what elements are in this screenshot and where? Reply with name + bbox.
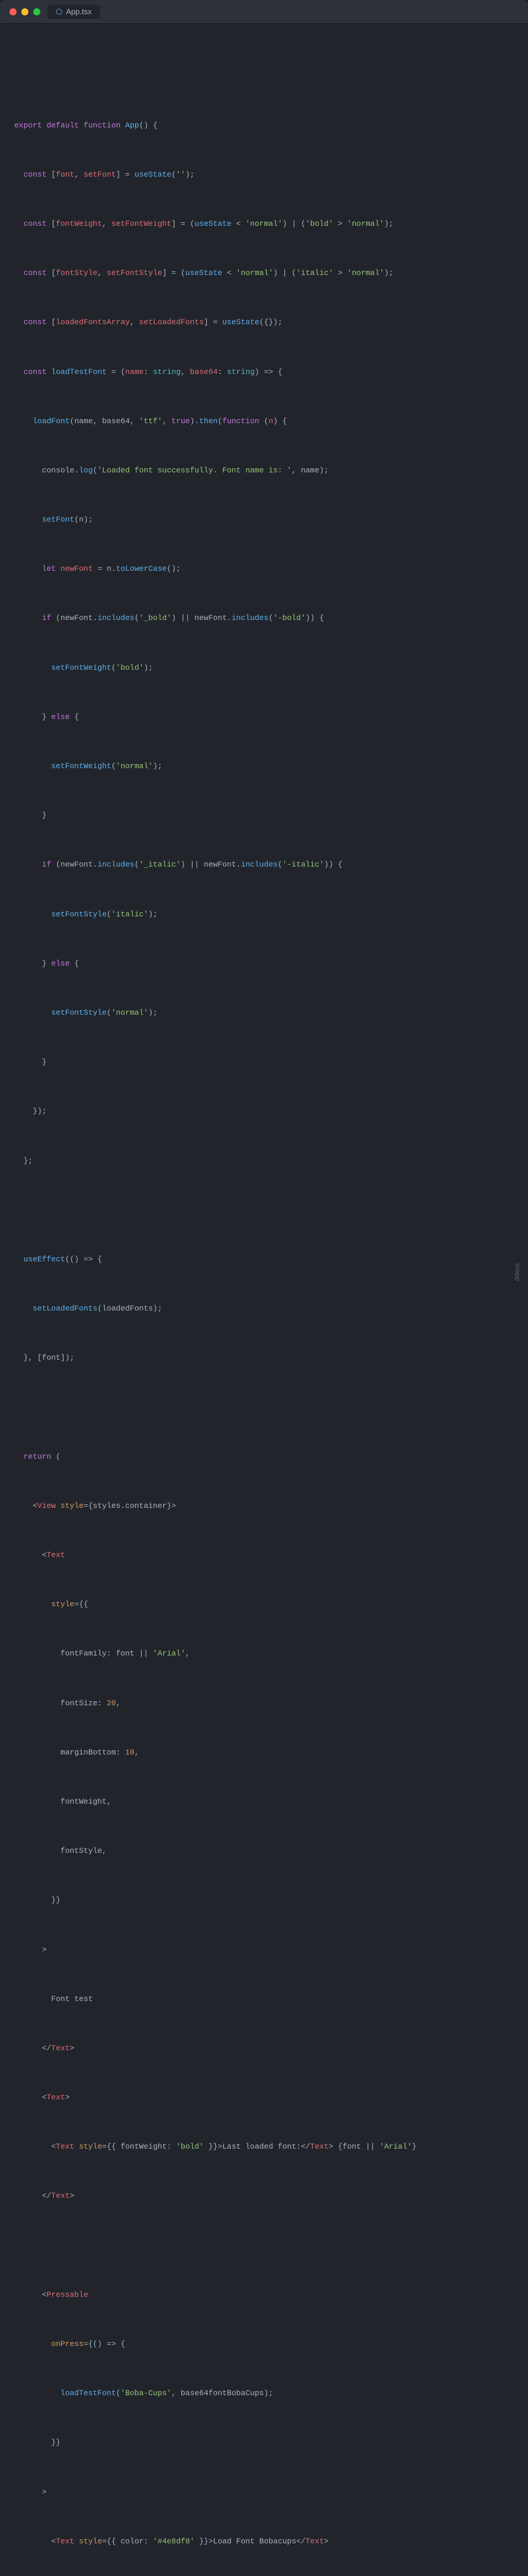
- code-line: <Text style={{ color: '#4e8df8' }}>Load …: [0, 2536, 528, 2548]
- code-line: });: [0, 1105, 528, 1118]
- code-line: };: [0, 1155, 528, 1168]
- code-line: [0, 70, 528, 82]
- code-editor: export default function App() { const [f…: [0, 24, 528, 2576]
- code-line: <View style={styles.container}>: [0, 1500, 528, 1513]
- code-line: setLoadedFonts(loadedFonts);: [0, 1303, 528, 1315]
- code-line: } else {: [0, 711, 528, 724]
- code-line: Font test: [0, 1993, 528, 2006]
- code-line: }: [0, 1056, 528, 1069]
- code-line: const [loadedFontsArray, setLoadedFonts]…: [0, 317, 528, 329]
- code-line: setFont(n);: [0, 514, 528, 526]
- code-line: loadFont(name, base64, 'ttf', true).then…: [0, 416, 528, 428]
- code-line: marginBottom: 10,: [0, 1747, 528, 1759]
- code-line: setFontWeight('normal');: [0, 760, 528, 773]
- code-line: >: [0, 2486, 528, 2499]
- code-line: if (newFont.includes('_italic') || newFo…: [0, 859, 528, 871]
- minimize-button[interactable]: [21, 8, 28, 15]
- code-line: >: [0, 1944, 528, 1957]
- traffic-lights: [9, 8, 40, 15]
- code-line: }}: [0, 1894, 528, 1907]
- file-tab[interactable]: ⬡ App.tsx: [47, 5, 100, 19]
- code-line: setFontStyle('italic');: [0, 909, 528, 921]
- code-line: }, [font]);: [0, 1352, 528, 1364]
- code-line: return (: [0, 1451, 528, 1463]
- code-line: console.log('Loaded font successfully. F…: [0, 465, 528, 477]
- code-line: </Text>: [0, 2043, 528, 2055]
- code-line: const [fontWeight, setFontWeight] = (use…: [0, 218, 528, 231]
- code-line: [0, 1401, 528, 1414]
- code-line: </Text>: [0, 2190, 528, 2203]
- code-line: style={{: [0, 1599, 528, 1611]
- maximize-button[interactable]: [33, 8, 40, 15]
- code-line: if (newFont.includes('_bold') || newFont…: [0, 612, 528, 625]
- code-line: export default function App() {: [0, 120, 528, 132]
- code-line: const loadTestFont = (name: string, base…: [0, 366, 528, 379]
- code-line: loadTestFont('Boba-Cups', base64fontBoba…: [0, 2388, 528, 2400]
- code-line: fontWeight,: [0, 1796, 528, 1808]
- code-line: }: [0, 810, 528, 822]
- code-line: }}: [0, 2437, 528, 2449]
- file-icon: ⬡: [56, 7, 62, 17]
- code-line: <Text style={{ fontWeight: 'bold' }}>Las…: [0, 2141, 528, 2153]
- code-line: [0, 1204, 528, 1217]
- code-line: setFontStyle('normal');: [0, 1007, 528, 1019]
- titlebar: ⬡ App.tsx: [0, 0, 528, 24]
- code-line: } else {: [0, 958, 528, 970]
- code-line: const [fontStyle, setFontStyle] = (useSt…: [0, 267, 528, 280]
- code-line: let newFont = n.toLowerCase();: [0, 563, 528, 576]
- window: ⬡ App.tsx export default function App() …: [0, 0, 528, 2576]
- code-line: <Pressable: [0, 2289, 528, 2302]
- code-line: fontSize: 20,: [0, 1698, 528, 1710]
- close-button[interactable]: [9, 8, 17, 15]
- code-line: <Text: [0, 1549, 528, 1562]
- code-line: useEffect(() => {: [0, 1254, 528, 1266]
- code-line: onPress={() => {: [0, 2338, 528, 2351]
- code-line: fontFamily: font || 'Arial',: [0, 1648, 528, 1660]
- code-line: const [font, setFont] = useState('');: [0, 169, 528, 181]
- code-line: [0, 2240, 528, 2252]
- code-line: <Text>: [0, 2092, 528, 2104]
- tab-label: App.tsx: [66, 7, 91, 16]
- watermark: snapp: [514, 1263, 521, 1281]
- code-line: setFontWeight('bold');: [0, 662, 528, 675]
- code-line: fontStyle,: [0, 1845, 528, 1858]
